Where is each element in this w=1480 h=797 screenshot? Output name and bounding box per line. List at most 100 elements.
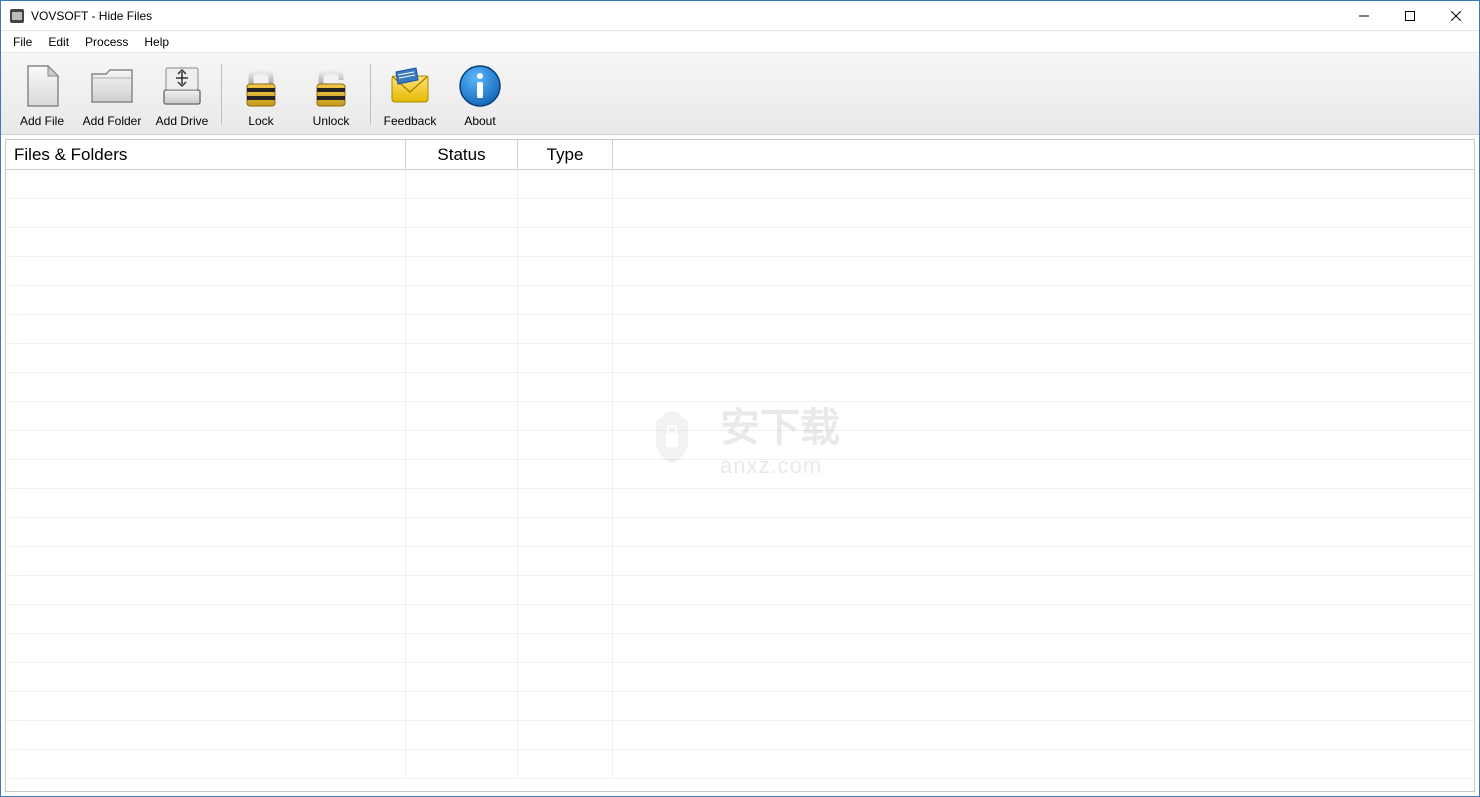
- table-cell: [518, 721, 613, 749]
- table-row[interactable]: [6, 605, 1474, 634]
- table-cell: [6, 489, 406, 517]
- table-row[interactable]: [6, 402, 1474, 431]
- table-cell: [6, 170, 406, 198]
- table-cell: [406, 286, 518, 314]
- table-row[interactable]: [6, 286, 1474, 315]
- table-row[interactable]: [6, 518, 1474, 547]
- toolbar-separator: [221, 64, 222, 124]
- table-body[interactable]: 安下载 anxz.com: [6, 170, 1474, 791]
- unlock-button[interactable]: Unlock: [296, 56, 366, 132]
- table-row[interactable]: [6, 257, 1474, 286]
- table-row[interactable]: [6, 199, 1474, 228]
- table-row[interactable]: [6, 460, 1474, 489]
- menu-help[interactable]: Help: [136, 33, 177, 51]
- table-cell: [613, 402, 1474, 430]
- table-cell: [406, 460, 518, 488]
- table-cell: [518, 634, 613, 662]
- table-row[interactable]: [6, 431, 1474, 460]
- maximize-button[interactable]: [1387, 1, 1433, 30]
- table-cell: [406, 518, 518, 546]
- table-cell: [518, 170, 613, 198]
- lock-label: Lock: [248, 114, 273, 128]
- menubar: File Edit Process Help: [1, 31, 1479, 53]
- table-cell: [518, 576, 613, 604]
- lock-icon: [235, 60, 287, 112]
- table-cell: [613, 373, 1474, 401]
- table-cell: [613, 344, 1474, 372]
- add-drive-label: Add Drive: [156, 114, 209, 128]
- table-cell: [518, 373, 613, 401]
- table-row[interactable]: [6, 489, 1474, 518]
- close-button[interactable]: [1433, 1, 1479, 30]
- table-cell: [613, 547, 1474, 575]
- column-files-folders[interactable]: Files & Folders: [6, 140, 406, 169]
- titlebar: VOVSOFT - Hide Files: [1, 1, 1479, 31]
- table-cell: [518, 605, 613, 633]
- add-drive-button[interactable]: Add Drive: [147, 56, 217, 132]
- table-cell: [518, 692, 613, 720]
- table-row[interactable]: [6, 576, 1474, 605]
- menu-edit[interactable]: Edit: [40, 33, 77, 51]
- table-cell: [406, 344, 518, 372]
- table-row[interactable]: [6, 170, 1474, 199]
- table-cell: [6, 721, 406, 749]
- table-cell: [6, 750, 406, 778]
- table-cell: [518, 518, 613, 546]
- table-cell: [613, 170, 1474, 198]
- table-cell: [518, 431, 613, 459]
- table-cell: [613, 663, 1474, 691]
- table-row[interactable]: [6, 750, 1474, 779]
- menu-process[interactable]: Process: [77, 33, 136, 51]
- table-row[interactable]: [6, 721, 1474, 750]
- table-cell: [6, 402, 406, 430]
- add-folder-button[interactable]: Add Folder: [77, 56, 147, 132]
- table-cell: [613, 431, 1474, 459]
- table-cell: [613, 199, 1474, 227]
- table-cell: [613, 286, 1474, 314]
- menu-file[interactable]: File: [5, 33, 40, 51]
- table-cell: [406, 605, 518, 633]
- table-cell: [6, 460, 406, 488]
- column-type[interactable]: Type: [518, 140, 613, 169]
- table-row[interactable]: [6, 692, 1474, 721]
- minimize-button[interactable]: [1341, 1, 1387, 30]
- table-cell: [613, 257, 1474, 285]
- table-cell: [6, 373, 406, 401]
- table-row[interactable]: [6, 547, 1474, 576]
- table-row[interactable]: [6, 315, 1474, 344]
- drive-icon: [156, 60, 208, 112]
- window-title: VOVSOFT - Hide Files: [31, 9, 152, 23]
- table-row[interactable]: [6, 663, 1474, 692]
- feedback-button[interactable]: Feedback: [375, 56, 445, 132]
- table-cell: [6, 518, 406, 546]
- toolbar: Add File Add Folder Add Drive: [1, 53, 1479, 135]
- column-status[interactable]: Status: [406, 140, 518, 169]
- table-cell: [406, 750, 518, 778]
- table-row[interactable]: [6, 228, 1474, 257]
- add-file-button[interactable]: Add File: [7, 56, 77, 132]
- file-table: Files & Folders Status Type 安下载 anxz.com: [5, 139, 1475, 792]
- table-cell: [518, 460, 613, 488]
- table-cell: [613, 605, 1474, 633]
- table-row[interactable]: [6, 634, 1474, 663]
- table-cell: [6, 344, 406, 372]
- table-row[interactable]: [6, 344, 1474, 373]
- table-header: Files & Folders Status Type: [6, 140, 1474, 170]
- file-icon: [16, 60, 68, 112]
- table-cell: [518, 257, 613, 285]
- table-cell: [6, 547, 406, 575]
- table-cell: [613, 518, 1474, 546]
- folder-icon: [86, 60, 138, 112]
- add-file-label: Add File: [20, 114, 64, 128]
- app-icon: [9, 8, 25, 24]
- table-cell: [6, 663, 406, 691]
- unlock-label: Unlock: [313, 114, 350, 128]
- table-cell: [518, 344, 613, 372]
- lock-button[interactable]: Lock: [226, 56, 296, 132]
- about-label: About: [464, 114, 495, 128]
- about-button[interactable]: About: [445, 56, 515, 132]
- table-cell: [406, 257, 518, 285]
- table-cell: [6, 576, 406, 604]
- add-folder-label: Add Folder: [83, 114, 142, 128]
- table-row[interactable]: [6, 373, 1474, 402]
